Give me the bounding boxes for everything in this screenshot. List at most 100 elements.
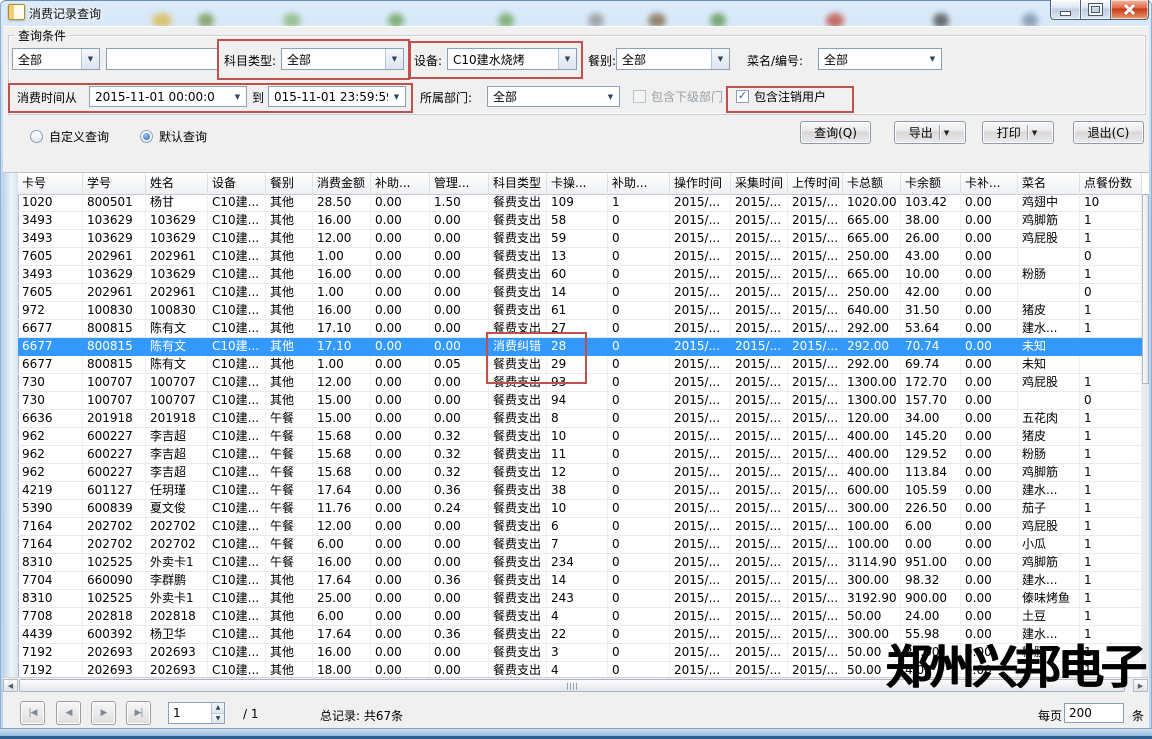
meal-type-select[interactable]: 全部 ▼	[616, 48, 730, 70]
keyword-input[interactable]	[106, 48, 218, 70]
vertical-scrollbar[interactable]	[1142, 194, 1149, 677]
table-cell: 962	[18, 428, 83, 446]
table-row[interactable]: 8310102525外卖卡1C10建...其他25.000.000.00餐费支出…	[18, 590, 1142, 608]
page-number-spinner[interactable]: ▲ ▼	[168, 702, 225, 724]
column-header[interactable]: 姓名	[146, 173, 208, 194]
table-cell: 餐费支出	[489, 266, 547, 284]
table-cell: 餐费支出	[489, 626, 547, 644]
table-row[interactable]: 730100707100707C10建...其他12.000.000.00餐费支…	[18, 374, 1142, 392]
query-button[interactable]: 查询(Q)	[800, 121, 871, 144]
table-row[interactable]: 4219601127任玥瑾C10建...午餐17.640.000.36餐费支出3…	[18, 482, 1142, 500]
table-cell: 0.00	[430, 212, 489, 230]
table-row[interactable]: 3493103629103629C10建...其他12.000.000.00餐费…	[18, 230, 1142, 248]
table-cell: 243	[547, 590, 608, 608]
table-row[interactable]: 8310102525外卖卡1C10建...午餐16.000.000.00餐费支出…	[18, 554, 1142, 572]
prev-page-button[interactable]: ◀	[56, 701, 81, 725]
column-header[interactable]: 餐别	[266, 173, 313, 194]
table-cell: 103.42	[901, 194, 961, 212]
table-row[interactable]: 7605202961202961C10建...其他1.000.000.00餐费支…	[18, 248, 1142, 266]
table-cell: 0	[608, 320, 670, 338]
column-header[interactable]: 卡补...	[961, 173, 1018, 194]
table-row[interactable]: 962600227李吉超C10建...午餐15.680.000.32餐费支出12…	[18, 464, 1142, 482]
table-cell: 外卖卡1	[146, 554, 208, 572]
column-header[interactable]: 管理...	[430, 173, 489, 194]
department-select[interactable]: 全部 ▼	[487, 86, 620, 107]
column-header[interactable]: 补助...	[371, 173, 430, 194]
table-cell: 2015/...	[670, 554, 731, 572]
per-page-input[interactable]	[1064, 703, 1124, 723]
table-cell: 餐费支出	[489, 446, 547, 464]
column-header[interactable]: 点餐份数	[1080, 173, 1142, 194]
last-page-button[interactable]: ▶|	[126, 701, 151, 725]
table-row[interactable]: 6636201918201918C10建...午餐15.000.000.00餐费…	[18, 410, 1142, 428]
table-row[interactable]: 962600227李吉超C10建...午餐15.680.000.32餐费支出10…	[18, 428, 1142, 446]
table-cell: 外卖卡1	[146, 590, 208, 608]
row-selector-strip[interactable]	[3, 173, 19, 677]
minimize-button[interactable]	[1050, 0, 1081, 20]
column-header[interactable]: 操作时间	[670, 173, 731, 194]
radio-default-query[interactable]: 默认查询	[140, 128, 207, 145]
spin-down-icon[interactable]: ▼	[212, 713, 224, 724]
table-cell: 900.00	[901, 590, 961, 608]
column-header[interactable]: 补助...	[608, 173, 670, 194]
device-select[interactable]: C10建水烧烤 ▼	[447, 48, 577, 70]
table-row[interactable]: 962600227李吉超C10建...午餐15.680.000.32餐费支出11…	[18, 446, 1142, 464]
column-header[interactable]: 采集时间	[731, 173, 788, 194]
include-sub-dept-checkbox[interactable]: ✓ 包含下级部门	[633, 88, 723, 105]
table-cell: 2015/...	[731, 284, 788, 302]
chevron-down-icon[interactable]: ▼	[944, 129, 951, 137]
column-header[interactable]: 卡余额	[901, 173, 961, 194]
column-header[interactable]: 上传时间	[788, 173, 843, 194]
column-header[interactable]: 卡号	[18, 173, 83, 194]
column-header[interactable]: 卡操...	[547, 173, 608, 194]
table-cell: C10建...	[208, 302, 266, 320]
table-row[interactable]: 1020800501杨甘C10建...其他28.500.001.50餐费支出10…	[18, 194, 1142, 212]
table-row[interactable]: 7164202702202702C10建...午餐6.000.000.00餐费支…	[18, 536, 1142, 554]
vertical-scrollbar-thumb[interactable]	[1142, 194, 1149, 384]
table-row[interactable]: 6677800815陈有文C10建...其他17.100.000.00餐费支出2…	[18, 320, 1142, 338]
table-row[interactable]: 6677800815陈有文C10建...其他1.000.000.05餐费支出29…	[18, 356, 1142, 374]
close-button[interactable]	[1111, 0, 1149, 20]
column-header[interactable]: 设备	[208, 173, 266, 194]
table-cell: 2015/...	[670, 608, 731, 626]
spin-up-icon[interactable]: ▲	[212, 703, 224, 713]
include-cancelled-checkbox[interactable]: ✓ 包含注销用户	[736, 88, 826, 105]
table-row[interactable]: 7704660090李群鹏C10建...其他17.640.000.36餐费支出1…	[18, 572, 1142, 590]
first-page-button[interactable]: |◀	[20, 701, 45, 725]
table-cell: C10建...	[208, 428, 266, 446]
table-row[interactable]: 7708202818202818C10建...其他6.000.000.00餐费支…	[18, 608, 1142, 626]
subject-type-select[interactable]: 全部 ▼	[281, 48, 404, 70]
chevron-down-icon[interactable]: ▼	[1032, 129, 1039, 137]
table-cell: 2015/...	[788, 284, 843, 302]
table-cell: 0.00	[961, 374, 1018, 392]
radio-custom-query[interactable]: 自定义查询	[30, 128, 109, 145]
next-page-button[interactable]: ▶	[91, 701, 116, 725]
table-row[interactable]: 3493103629103629C10建...其他16.000.000.00餐费…	[18, 266, 1142, 284]
exit-button[interactable]: 退出(C)	[1073, 121, 1144, 144]
column-header[interactable]: 菜名	[1018, 173, 1080, 194]
column-header[interactable]: 卡总额	[843, 173, 901, 194]
table-row[interactable]: 6677800815陈有文C10建...其他17.100.000.00消费纠错2…	[18, 338, 1142, 356]
page-number-input[interactable]	[169, 703, 211, 723]
table-row[interactable]: 7605202961202961C10建...其他1.000.000.00餐费支…	[18, 284, 1142, 302]
table-row[interactable]: 7164202702202702C10建...午餐12.000.000.00餐费…	[18, 518, 1142, 536]
table-cell: 2015/...	[731, 320, 788, 338]
column-header[interactable]: 科目类型	[489, 173, 547, 194]
table-row[interactable]: 5390600839夏文俊C10建...午餐11.760.000.24餐费支出1…	[18, 500, 1142, 518]
dish-name-select[interactable]: 全部 ▼	[818, 48, 942, 70]
time-to-select[interactable]: 015-11-01 23:59:59 ▼	[268, 86, 406, 107]
time-from-select[interactable]: 2015-11-01 00:00:0 ▼	[89, 86, 247, 107]
table-cell: 10	[1080, 194, 1142, 212]
table-row[interactable]: 3493103629103629C10建...其他16.000.000.00餐费…	[18, 212, 1142, 230]
print-button[interactable]: 打印 ▼	[982, 121, 1054, 144]
scroll-left-icon[interactable]: ◀	[3, 679, 18, 692]
column-header[interactable]: 学号	[83, 173, 146, 194]
table-cell: 2015/...	[788, 338, 843, 356]
column-header[interactable]: 消费金额	[313, 173, 371, 194]
table-row[interactable]: 730100707100707C10建...其他15.000.000.00餐费支…	[18, 392, 1142, 410]
card-type-select[interactable]: 全部 ▼	[12, 48, 100, 70]
maximize-button[interactable]	[1081, 0, 1111, 20]
table-cell: 2015/...	[788, 356, 843, 374]
export-button[interactable]: 导出 ▼	[894, 121, 966, 144]
table-row[interactable]: 972100830100830C10建...其他16.000.000.00餐费支…	[18, 302, 1142, 320]
